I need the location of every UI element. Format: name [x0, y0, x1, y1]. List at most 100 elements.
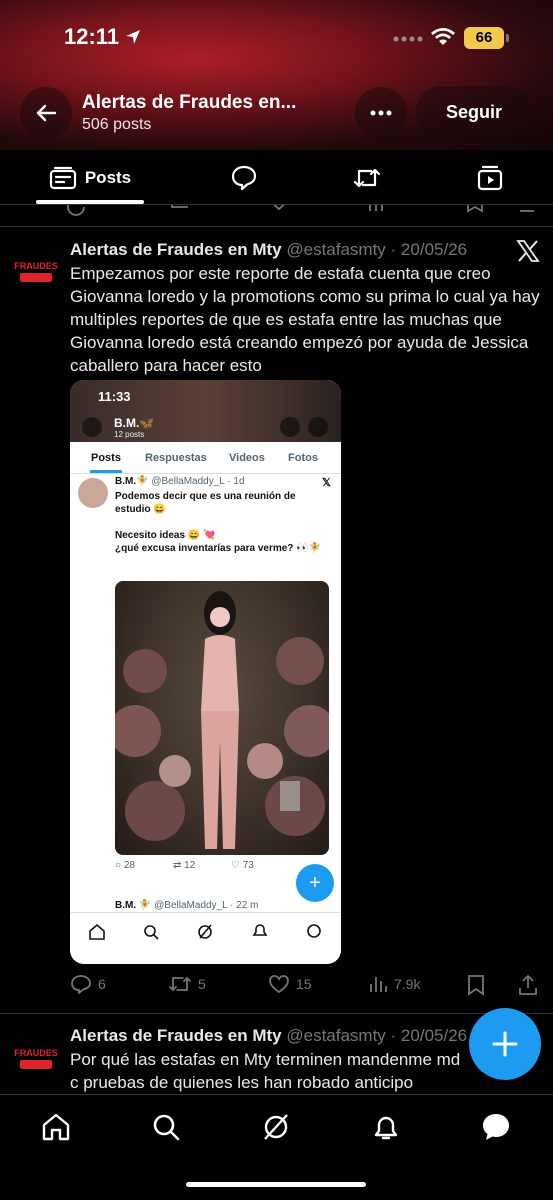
tweet-date: · 20/05/26	[390, 240, 468, 259]
tab-media[interactable]	[466, 150, 514, 205]
compose-button[interactable]	[469, 1008, 541, 1080]
status-time: 12:11	[64, 24, 120, 49]
prev-actions-icons	[67, 205, 534, 216]
search-icon	[153, 1114, 180, 1141]
embed-compose-icon: +	[296, 864, 334, 902]
embed-tab-posts: Posts	[91, 452, 121, 464]
previous-tweet-actions	[0, 205, 553, 227]
embed-avatar	[78, 478, 108, 508]
status-bar: 12:11 66	[0, 22, 553, 56]
nav-grok[interactable]	[258, 1109, 294, 1145]
nav-notifications[interactable]	[368, 1109, 404, 1145]
embed-likes-count: ♡ 73	[231, 860, 254, 871]
embed-time: 11:33	[98, 389, 131, 404]
follow-button[interactable]: Seguir	[416, 86, 532, 138]
tweet-image[interactable]: 11:33 B.M.🦋 12 posts Posts Respuestas Vi…	[70, 380, 341, 964]
views-count: 7.9k	[394, 976, 421, 992]
back-button[interactable]	[20, 87, 72, 139]
embed-more-icon	[308, 417, 328, 437]
nav-messages[interactable]	[478, 1109, 514, 1145]
post-count: 506 posts	[82, 116, 152, 133]
reply-icon	[71, 975, 91, 994]
messages-icon	[483, 1114, 509, 1140]
tweet-text: Por qué las estafas en Mty terminen mand…	[70, 1050, 461, 1092]
embed-nav-icons	[89, 923, 321, 940]
tweet-header: Alertas de Fraudes en Mty @estafasmty · …	[70, 240, 467, 260]
tab-posts-label: Posts	[84, 167, 132, 187]
nav-search[interactable]	[148, 1109, 184, 1145]
page-title: Alertas de Fraudes en...	[82, 92, 297, 113]
embed-next-post-header: B.M. 🧚 @BellaMaddy_L · 22 m	[115, 900, 258, 911]
embed-post-text: Podemos decir que es una reunión de estu…	[115, 491, 322, 554]
media-icon	[477, 165, 503, 190]
author-handle[interactable]: @estafasmty	[286, 1026, 385, 1045]
embed-profile-name: B.M.🦋	[114, 416, 155, 430]
embed-photo	[115, 581, 329, 855]
wifi-icon	[431, 28, 455, 45]
location-arrow-icon	[126, 30, 140, 44]
tweet-text: Empezamos por este reporte de estafa cue…	[70, 264, 540, 375]
reply-button[interactable]: 6	[70, 974, 106, 994]
embed-profile-posts: 12 posts	[114, 430, 145, 439]
nav-home[interactable]	[38, 1109, 74, 1145]
back-arrow-icon	[36, 104, 57, 122]
reposts-icon	[353, 168, 381, 187]
grok-icon	[264, 1114, 288, 1140]
embed-post-header: B.M.🧚 @BellaMaddy_L · 1d	[115, 476, 245, 487]
embed-search-icon	[280, 417, 300, 437]
embed-tab-videos: Videos	[229, 452, 265, 464]
repost-button[interactable]: 5	[168, 974, 206, 994]
plus-icon	[492, 1031, 518, 1057]
repost-count: 5	[198, 976, 206, 992]
tweet[interactable]: FRAUDES Alertas de Fraudes en Mty @estaf…	[0, 228, 553, 1014]
home-icon	[42, 1113, 70, 1141]
tab-posts[interactable]: Posts	[36, 150, 144, 205]
tweet-date: · 20/05/26	[390, 1026, 468, 1045]
author-name[interactable]: Alertas de Fraudes en Mty	[70, 1026, 282, 1045]
embed-tab-replies: Respuestas	[145, 452, 207, 464]
bookmark-icon	[468, 975, 484, 996]
profile-tabs: Posts	[0, 150, 553, 205]
embed-post-handle: @BellaMaddy_L · 1d	[151, 476, 245, 487]
embed-post-name: B.M.🧚	[115, 476, 149, 487]
views-icon	[370, 977, 387, 992]
posts-icon	[49, 166, 76, 189]
embed-x-icon: 𝕏	[322, 477, 331, 489]
embed-actions: ○ 28 ⇄ 12 ♡ 73	[115, 860, 329, 876]
embed-next-handle: @BellaMaddy_L · 22 m	[154, 900, 259, 911]
like-count: 15	[296, 976, 312, 992]
views-button[interactable]: 7.9k	[368, 974, 420, 994]
avatar[interactable]: FRAUDES	[8, 258, 64, 286]
more-dots-icon	[370, 110, 392, 116]
embed-next-name: B.M. 🧚	[115, 900, 152, 911]
tweet-header: Alertas de Fraudes en Mty @estafasmty · …	[70, 1026, 467, 1046]
share-button[interactable]	[518, 974, 538, 996]
embed-back-icon	[82, 417, 102, 437]
avatar-text: FRAUDES	[14, 1048, 58, 1058]
embed-bottom-nav	[70, 912, 341, 964]
home-indicator	[186, 1182, 366, 1187]
signal-icon	[393, 36, 423, 42]
like-button[interactable]: 15	[268, 974, 312, 994]
tab-active-indicator	[36, 200, 144, 204]
like-icon	[269, 975, 289, 994]
author-name[interactable]: Alertas de Fraudes en Mty	[70, 240, 282, 259]
tab-reposts[interactable]	[343, 150, 391, 205]
reply-count: 6	[98, 976, 106, 992]
bell-icon	[374, 1116, 398, 1140]
avatar-text: FRAUDES	[14, 261, 58, 271]
embed-tab-indicator	[90, 470, 122, 473]
header-title-group: Alertas de Fraudes en... 506 posts	[82, 92, 342, 134]
embed-replies-count: ○ 28	[115, 860, 135, 871]
more-options-button[interactable]	[355, 87, 407, 139]
avatar[interactable]: FRAUDES	[8, 1045, 64, 1073]
author-handle[interactable]: @estafasmty	[286, 240, 385, 259]
tab-replies[interactable]	[220, 150, 268, 205]
repost-icon	[169, 977, 191, 991]
embed-reposts-count: ⇄ 12	[173, 860, 196, 871]
embed-tab-photos: Fotos	[288, 452, 318, 464]
share-icon	[519, 974, 537, 995]
tweet-actions: 6 5 15 7.9k	[70, 974, 540, 998]
bookmark-button[interactable]	[466, 974, 486, 996]
replies-icon	[231, 165, 257, 190]
